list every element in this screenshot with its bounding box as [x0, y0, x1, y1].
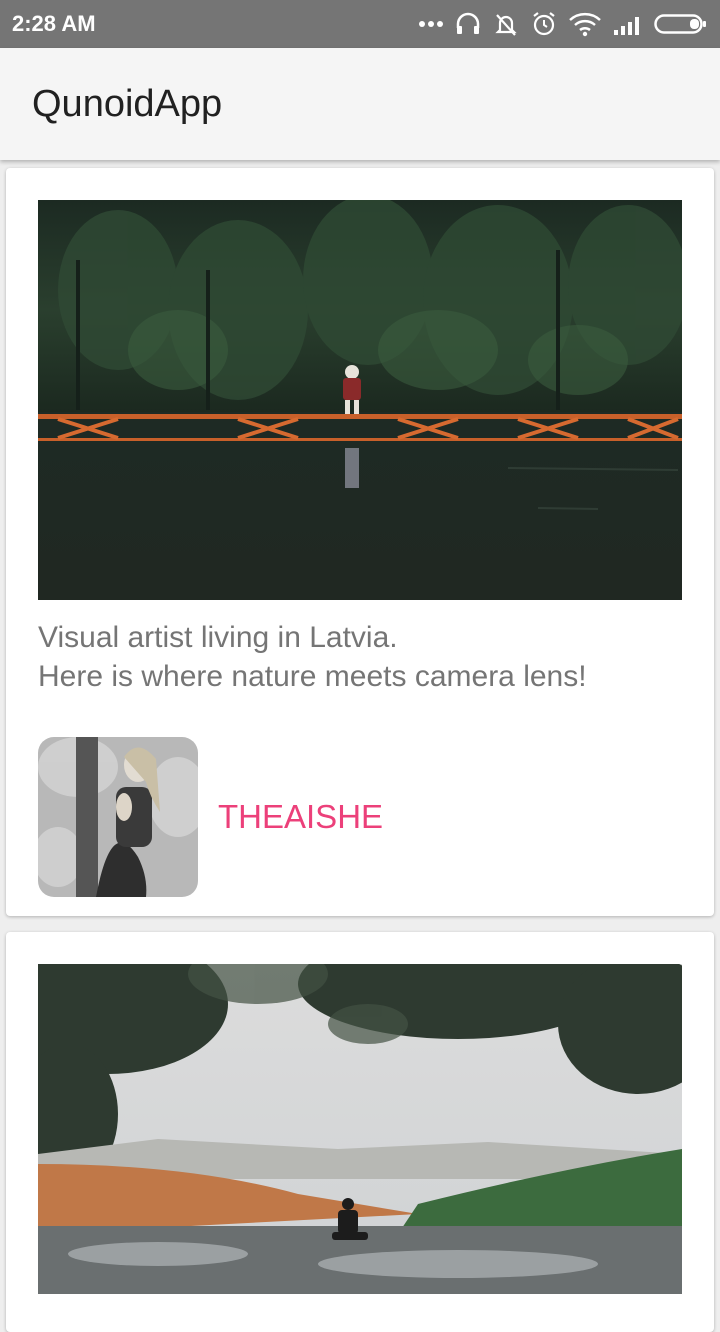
- app-bar: QunoidApp: [0, 48, 720, 160]
- wifi-icon: [569, 12, 601, 37]
- avatar-photo: [38, 737, 198, 897]
- signal-icon: [614, 17, 639, 35]
- post-description: Visual artist living in Latvia. Here is …: [38, 618, 682, 696]
- author-name[interactable]: THEAISHE: [218, 798, 383, 836]
- status-time: 2:28 AM: [12, 11, 96, 36]
- post-card[interactable]: Visual artist living in Latvia. Here is …: [6, 168, 714, 916]
- more-dots-icon: [419, 21, 443, 27]
- alarm-icon: [533, 12, 555, 36]
- post-card[interactable]: [6, 932, 714, 1332]
- status-bar: 2:28 AM: [0, 0, 720, 48]
- headset-icon: [456, 12, 480, 34]
- status-icons: [418, 10, 708, 38]
- notifications-off-icon: [495, 14, 517, 36]
- lake-forest-photo: [38, 200, 682, 600]
- description-line: Here is where nature meets camera lens!: [38, 660, 587, 693]
- app-title: QunoidApp: [32, 82, 223, 125]
- post-photo[interactable]: [38, 964, 682, 1294]
- post-photo[interactable]: [38, 200, 682, 600]
- description-line: Visual artist living in Latvia.: [38, 621, 398, 654]
- author-avatar[interactable]: [38, 737, 198, 897]
- valley-photo: [38, 964, 682, 1294]
- battery-icon: [654, 14, 706, 34]
